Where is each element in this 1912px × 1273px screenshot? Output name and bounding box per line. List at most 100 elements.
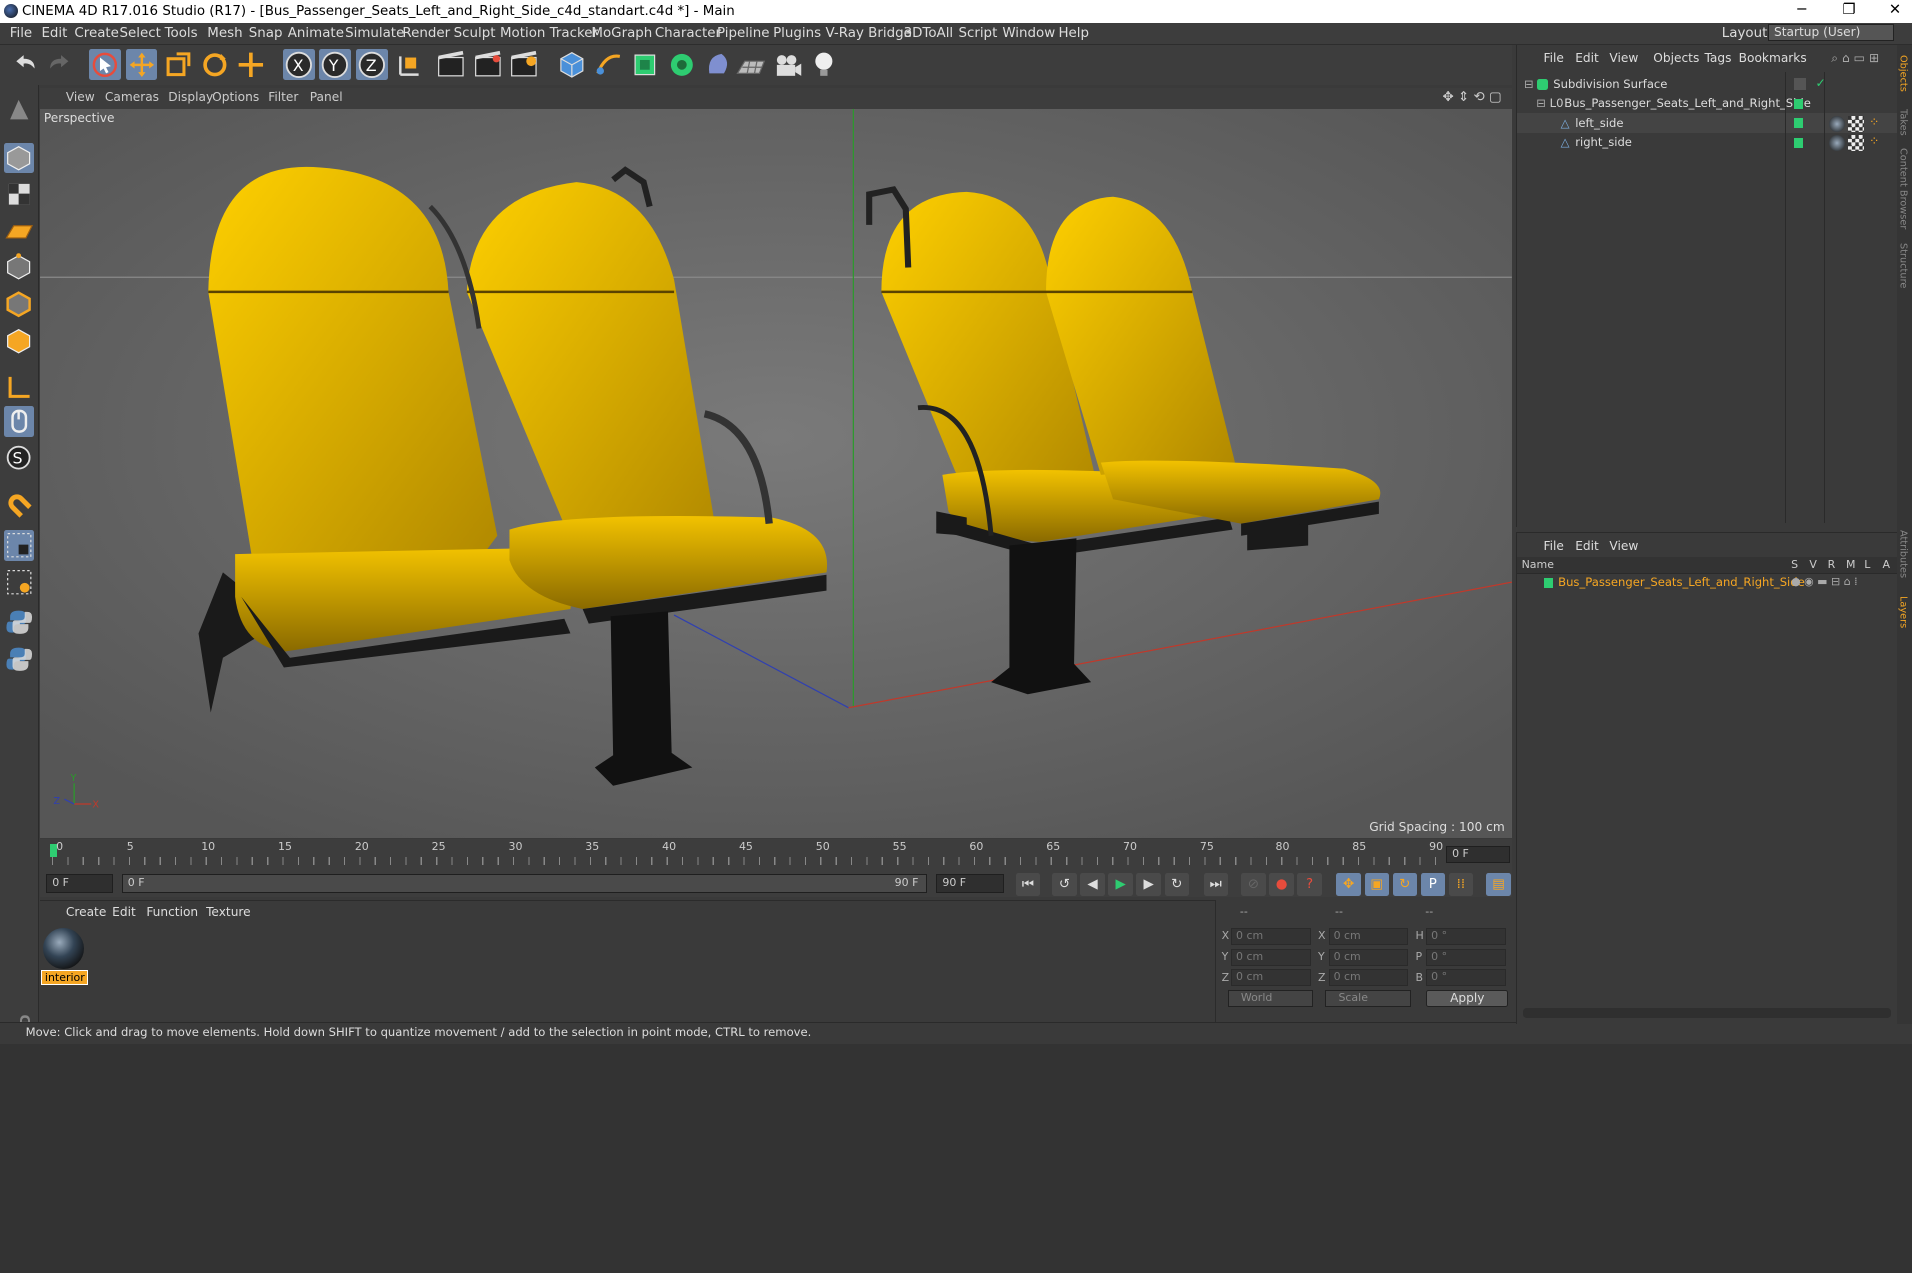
menu-create[interactable]: Create [74, 26, 119, 41]
viewport-menu-view[interactable]: View [66, 90, 95, 104]
menu-select[interactable]: Select [120, 26, 161, 41]
scale-tool-icon[interactable] [162, 49, 194, 81]
menu-mesh[interactable]: Mesh [207, 26, 242, 41]
menu-edit[interactable]: Edit [41, 26, 67, 41]
viewport-menu-display[interactable]: Display [168, 90, 213, 104]
material-tag-icon[interactable] [1828, 135, 1845, 152]
apply-button[interactable]: Apply [1426, 990, 1509, 1008]
camera-icon[interactable] [772, 49, 804, 81]
rotation-p-field[interactable]: 0 ° [1426, 948, 1506, 966]
position-y-field[interactable]: 0 cm [1231, 948, 1311, 966]
python-script-icon[interactable] [4, 607, 34, 637]
tab-layers[interactable]: Layers [1897, 596, 1908, 628]
selection-tag-icon[interactable]: ⁘ [1869, 134, 1879, 148]
objects-menu-tags[interactable]: Tags [1704, 51, 1731, 65]
edges-mode-icon[interactable] [4, 289, 34, 319]
objects-menu-bookmarks[interactable]: Bookmarks [1739, 51, 1807, 65]
tree-row-bus-seats[interactable]: ⊟ L0 Bus_Passenger_Seats_Left_and_Right_… [1517, 94, 1899, 114]
objects-menu-file[interactable]: File [1544, 51, 1564, 65]
horizontal-scrollbar[interactable] [1522, 1008, 1892, 1018]
subdivision-surface-icon[interactable] [629, 49, 661, 81]
tab-structure[interactable]: Structure [1897, 243, 1908, 288]
menu-pipeline[interactable]: Pipeline [717, 26, 769, 41]
material-menu-create[interactable]: Create [66, 905, 107, 919]
close-button[interactable]: ✕ [1889, 1, 1901, 18]
coord-mode-dropdown[interactable]: Scale [1325, 990, 1411, 1008]
record-keys-icon[interactable]: ⊘ [1241, 873, 1266, 897]
minimize-button[interactable]: ─ [1797, 1, 1806, 18]
key-position-icon[interactable]: ✥ [1336, 873, 1361, 897]
viewport-menu-panel[interactable]: Panel [310, 90, 343, 104]
viewport-menu-options[interactable]: Options [212, 90, 259, 104]
z-axis-lock-icon[interactable]: Z [356, 48, 388, 81]
layer-color-icon[interactable] [1793, 118, 1804, 129]
coord-system-dropdown[interactable]: World [1227, 990, 1314, 1008]
undo-icon[interactable] [9, 49, 41, 81]
layer-color-icon[interactable] [1793, 98, 1804, 109]
polygons-mode-icon[interactable] [4, 326, 34, 356]
menu-file[interactable]: File [10, 26, 32, 41]
render-view-icon[interactable] [435, 49, 467, 81]
planar-workplane-icon[interactable] [4, 567, 34, 597]
objects-menu-view[interactable]: View [1609, 51, 1638, 65]
layer-row[interactable]: Bus_Passenger_Seats_Left_and_Right_Side … [1517, 573, 1899, 593]
previous-frame-icon[interactable]: ◀ [1080, 873, 1105, 897]
tab-attributes[interactable]: Attributes [1897, 530, 1908, 578]
restore-button[interactable]: ❐ [1843, 1, 1856, 18]
tree-row-right-side[interactable]: △ right_side ⁘ [1517, 133, 1899, 153]
deformer-icon[interactable] [702, 49, 734, 81]
tab-objects[interactable]: Objects [1897, 55, 1908, 92]
layers-menu-view[interactable]: View [1609, 539, 1638, 553]
end-frame-field[interactable]: 90 F [936, 874, 1004, 893]
selection-tag-icon[interactable]: ⁘ [1869, 115, 1879, 129]
layout-select[interactable]: Startup (User) [1768, 24, 1894, 42]
menu-motion-tracker[interactable]: Motion Tracker [500, 26, 598, 41]
tab-takes[interactable]: Takes [1897, 109, 1908, 136]
render-settings-icon[interactable] [508, 49, 540, 81]
rotation-b-field[interactable]: 0 ° [1426, 969, 1506, 987]
3d-viewport[interactable]: Y X Z Perspective Grid Spacing : 100 cm [40, 108, 1513, 838]
go-to-end-icon[interactable]: ⏭ [1203, 873, 1228, 897]
rotate-tool-icon[interactable] [199, 49, 231, 81]
viewport-menu-cameras[interactable]: Cameras [105, 90, 159, 104]
position-x-field[interactable]: 0 cm [1231, 927, 1311, 945]
snap-magnet-icon[interactable] [4, 490, 34, 520]
menu-render[interactable]: Render [402, 26, 450, 41]
layers-menu-file[interactable]: File [1544, 539, 1564, 553]
timeline-ruler[interactable]: 0 5 10 15 20 25 30 35 40 45 50 55 60 65 … [40, 838, 1513, 871]
menu-character[interactable]: Character [655, 26, 721, 41]
render-to-picture-viewer-icon[interactable] [472, 49, 504, 81]
points-mode-icon[interactable] [4, 252, 34, 282]
menu-snap[interactable]: Snap [249, 26, 283, 41]
material-menu-function[interactable]: Function [146, 905, 198, 919]
next-key-icon[interactable]: ↻ [1164, 873, 1189, 897]
python-console-icon[interactable] [4, 644, 34, 674]
lock-workplane-icon[interactable] [3, 530, 35, 561]
menu-help[interactable]: Help [1058, 26, 1089, 41]
key-rotation-icon[interactable]: ↻ [1392, 873, 1417, 897]
material-tag-icon[interactable] [1828, 115, 1845, 132]
menu-vray-bridge[interactable]: V-Ray Bridge [826, 26, 912, 41]
collapse-icon[interactable]: ⊟ [1524, 77, 1534, 91]
start-frame-field[interactable]: 0 F [46, 874, 114, 893]
collapse-icon[interactable]: ⊟ [1536, 96, 1546, 110]
rotation-h-field[interactable]: 0 ° [1426, 927, 1506, 945]
objects-search-icon[interactable]: ⌕ ⌂ ▭ ⊞ [1831, 51, 1879, 66]
material-name-label[interactable]: interior [41, 970, 89, 986]
key-scale-icon[interactable]: ▣ [1364, 873, 1389, 897]
timeline-window-icon[interactable]: ▤ [1486, 873, 1511, 897]
size-z-field[interactable]: 0 cm [1328, 969, 1409, 987]
recent-tool-icon[interactable] [235, 49, 267, 81]
menu-plugins[interactable]: Plugins [773, 26, 821, 41]
current-frame-field[interactable]: 0 F [1446, 846, 1510, 864]
editor-visibility-icon[interactable] [1793, 78, 1806, 91]
floor-object-icon[interactable] [735, 49, 767, 81]
layer-toggles-icon[interactable]: ● ◉ ▬ ⊟ ⌂ ⁞ [1791, 575, 1858, 588]
move-tool-icon[interactable] [125, 48, 158, 81]
play-icon[interactable]: ▶ [1108, 873, 1133, 897]
select-arrow-icon[interactable] [89, 48, 121, 81]
workplane-icon[interactable] [4, 216, 34, 246]
menu-mograph[interactable]: MoGraph [591, 26, 652, 41]
material-menu-edit[interactable]: Edit [112, 905, 136, 919]
layer-name[interactable]: Bus_Passenger_Seats_Left_and_Right_Side [1558, 575, 1805, 589]
